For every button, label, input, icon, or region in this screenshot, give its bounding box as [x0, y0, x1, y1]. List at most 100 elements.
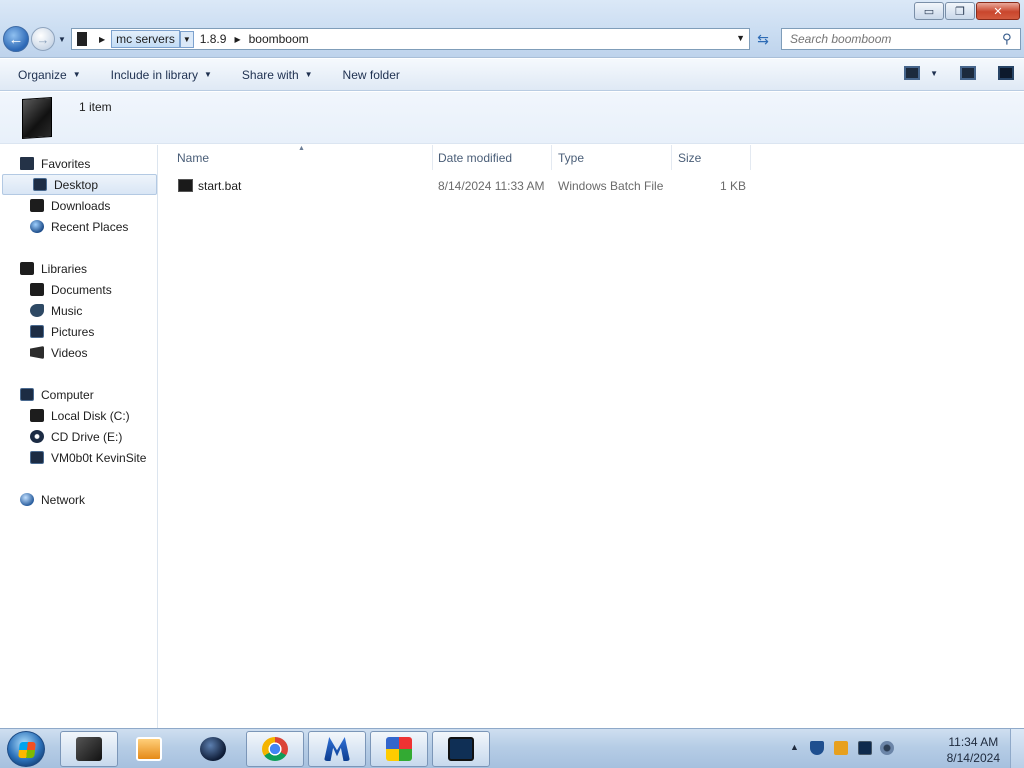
nav-cd-drive[interactable]: CD Drive (E:) — [0, 426, 122, 447]
organize-button[interactable]: Organize ▼ — [9, 63, 90, 87]
file-size: 1 KB — [720, 179, 747, 193]
column-header-name[interactable]: Name — [171, 145, 433, 170]
cd-drive-icon — [30, 430, 44, 443]
chevron-down-icon: ▼ — [304, 70, 313, 79]
view-controls: ▼ — [904, 66, 1014, 80]
column-label: Type — [558, 150, 585, 165]
folder-icon — [77, 32, 87, 46]
volume-icon[interactable] — [880, 741, 894, 755]
table-row[interactable]: start.bat 8/14/2024 11:33 AM Windows Bat… — [169, 175, 749, 197]
taskbar-explorer[interactable] — [60, 731, 118, 767]
column-label: Name — [177, 150, 210, 165]
nav-music[interactable]: Music — [0, 300, 82, 321]
nav-downloads[interactable]: Downloads — [0, 195, 110, 216]
file-name: start.bat — [198, 179, 242, 193]
nav-pictures[interactable]: Pictures — [0, 321, 94, 342]
nav-label: Documents — [51, 282, 112, 297]
nav-recent-places[interactable]: Recent Places — [0, 216, 128, 237]
share-with-label: Share with — [241, 67, 299, 82]
system-tray: ▲ 11:34 AM 8/14/2024 — [784, 729, 1024, 768]
nav-label: Favorites — [41, 156, 91, 171]
nav-computer[interactable]: Computer — [0, 384, 94, 405]
nav-label: Downloads — [51, 198, 111, 213]
show-hidden-icons-icon[interactable]: ▲ — [790, 742, 799, 752]
window-controls: ▭ ❐ ✕ — [913, 2, 1020, 20]
media-player-icon — [136, 737, 162, 761]
clock[interactable]: 11:34 AM 8/14/2024 — [947, 734, 1000, 766]
details-header: 1 item — [0, 92, 1024, 144]
item-count: 1 item — [79, 100, 112, 114]
forward-button[interactable]: → — [31, 27, 55, 51]
recent-pages-dropdown[interactable]: ▼ — [58, 35, 66, 44]
include-in-library-button[interactable]: Include in library ▼ — [102, 63, 221, 87]
nav-label: Computer — [41, 387, 94, 402]
clock-time: 11:34 AM — [948, 735, 999, 749]
nav-libraries[interactable]: Libraries — [0, 258, 87, 279]
nav-network-share[interactable]: VM0b0t KevinSite — [0, 447, 146, 468]
taskbar-malwarebytes[interactable] — [308, 731, 366, 767]
chrome-icon — [262, 737, 288, 761]
share-with-button[interactable]: Share with ▼ — [233, 63, 322, 87]
chevron-down-icon: ▼ — [204, 70, 212, 79]
nav-favorites[interactable]: Favorites — [0, 153, 90, 174]
arrow-right-icon: → — [36, 31, 50, 47]
preview-pane-icon[interactable] — [960, 66, 976, 80]
nav-documents[interactable]: Documents — [0, 279, 112, 300]
address-bar[interactable]: ▶ mc servers ▼ 1.8.9 ▶ boomboom ▼ — [71, 28, 750, 50]
search-input[interactable] — [782, 30, 1002, 48]
nav-label: Videos — [51, 345, 88, 360]
include-in-library-label: Include in library — [110, 67, 198, 82]
clock-date: 8/14/2024 — [946, 751, 1000, 765]
breadcrumb-separator[interactable]: ▶ — [234, 35, 240, 44]
monitor-icon[interactable] — [858, 741, 872, 755]
taskbar-chrome[interactable] — [246, 731, 304, 767]
column-header-date-modified[interactable]: Date modified — [433, 145, 552, 170]
breadcrumb-dropdown[interactable]: ▼ — [179, 30, 194, 48]
address-history-dropdown[interactable]: ▼ — [736, 33, 745, 43]
chevron-down-icon[interactable]: ▼ — [930, 69, 938, 78]
taskbar-remote-desktop[interactable] — [432, 731, 490, 767]
back-button[interactable]: ← — [3, 26, 29, 52]
nav-videos[interactable]: Videos — [0, 342, 87, 363]
search-box[interactable]: ⚲ — [781, 28, 1021, 50]
taskbar-media-player[interactable] — [124, 731, 174, 767]
nav-label: VM0b0t KevinSite — [51, 450, 147, 465]
taskbar-app-globe[interactable] — [186, 731, 240, 767]
breadcrumb-mc-servers[interactable]: mc servers — [111, 30, 180, 48]
help-icon[interactable] — [998, 66, 1014, 80]
star-icon — [20, 157, 34, 170]
chevron-down-icon: ▼ — [72, 70, 81, 79]
remote-desktop-icon — [448, 737, 474, 761]
new-folder-button[interactable]: New folder — [334, 63, 409, 87]
start-button[interactable] — [7, 731, 45, 767]
nav-local-disk[interactable]: Local Disk (C:) — [0, 405, 130, 426]
warning-icon[interactable] — [834, 741, 848, 755]
minimize-button[interactable]: ▭ — [914, 2, 944, 20]
search-icon[interactable]: ⚲ — [1002, 31, 1020, 47]
command-bar: Organize ▼ Include in library ▼ Share wi… — [0, 59, 1024, 91]
nav-label: Libraries — [41, 261, 88, 276]
nav-label: Desktop — [54, 177, 99, 192]
breadcrumb-separator[interactable]: ▶ — [99, 35, 105, 44]
network-drive-icon — [30, 451, 44, 464]
close-button[interactable]: ✕ — [976, 2, 1020, 20]
libraries-icon — [20, 262, 34, 275]
breadcrumb-boomboom[interactable]: boomboom — [247, 32, 311, 46]
batch-file-icon — [178, 179, 193, 192]
breadcrumb-1-8-9[interactable]: 1.8.9 — [198, 32, 229, 46]
globe-icon — [200, 737, 226, 761]
refresh-button[interactable]: ⇆ — [752, 29, 774, 49]
nav-network[interactable]: Network — [0, 489, 85, 510]
taskbar-avg[interactable] — [370, 731, 428, 767]
nav-desktop[interactable]: Desktop — [2, 174, 157, 195]
column-header-size[interactable]: Size — [672, 145, 751, 170]
change-view-icon[interactable] — [904, 66, 921, 80]
show-desktop-button[interactable] — [1010, 729, 1024, 768]
organize-label: Organize — [18, 67, 67, 82]
column-header-type[interactable]: Type — [552, 145, 672, 170]
maximize-button[interactable]: ❐ — [945, 2, 975, 20]
avg-icon — [386, 737, 412, 761]
shield-icon[interactable] — [810, 741, 824, 755]
computer-icon — [20, 388, 34, 401]
nav-label: Recent Places — [51, 219, 129, 234]
